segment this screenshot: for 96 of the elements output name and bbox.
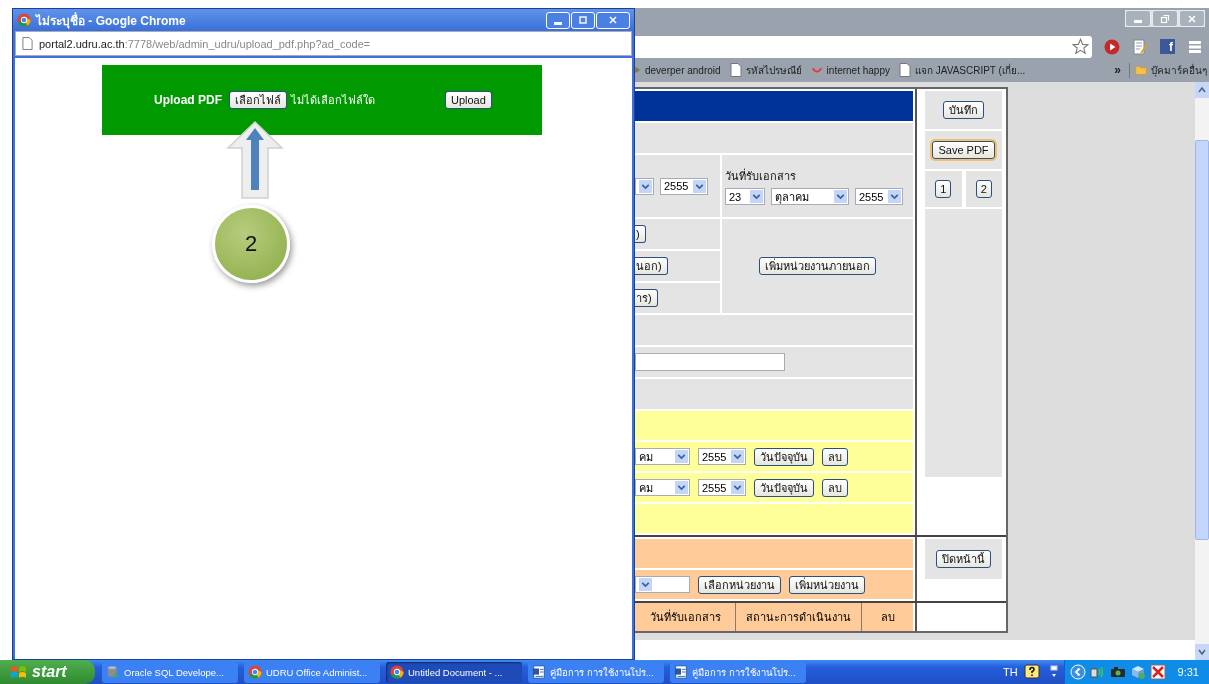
bookmark[interactable]: แจก JAVASCRIPT (เกี่ย... [899,62,1026,78]
date-label: วันที่รับเอกสาร [725,167,797,184]
close-icon [608,15,618,25]
chevron-down-icon [750,190,763,203]
close-button[interactable] [1179,10,1205,27]
cut-off-button[interactable]: าร) [635,289,658,307]
windows-flag-icon [10,663,27,681]
dropdown[interactable]: คม [635,479,690,496]
language-indicator[interactable]: TH [1002,666,1018,678]
folder-icon [1135,63,1147,77]
chrome-icon [17,13,31,27]
url-text: portal2.udru.ac.th:7778/web/admin_udru/upload_pdf.php?ad_code= [39,37,371,50]
step-number-badge: 2 [212,205,290,283]
play-icon[interactable] [1104,38,1121,55]
dropdown[interactable]: คม [635,448,690,465]
app-badge[interactable]: f [1160,39,1176,54]
box-icon[interactable] [1129,664,1146,680]
delete-button[interactable]: ลบ [822,447,848,466]
bookmark[interactable]: รหัสไปรษณีย์ [729,62,802,78]
star-icon[interactable] [1072,38,1090,55]
chevron-down-icon [675,450,688,463]
dropdown[interactable] [635,177,654,195]
dropdown[interactable]: 2555 [855,188,903,205]
chevron-down-icon [639,578,652,591]
page-icon [729,63,742,77]
bookmark-folder[interactable]: บุ๊คมาร์คอื่นๆ [1129,62,1207,78]
unit-button[interactable]: เพิ่มหน่วยงาน [789,575,865,594]
unit-button[interactable]: เลือกหน่วยงาน [698,575,781,594]
warning-icon[interactable] [1149,664,1166,680]
minimize-icon [1134,20,1142,23]
add-external-unit-button[interactable]: เพิ่มหน่วยงานภายนอก [759,257,876,275]
chevron-down-icon [888,190,901,203]
cut-off-button[interactable]: นอก) [635,257,668,275]
taskbar-button[interactable]: UDRU Office Administ... [244,661,380,683]
chrome-icon [248,665,262,679]
taskbar-button[interactable]: Untitled Document - ... [386,661,522,683]
upload-button[interactable]: Upload [445,91,492,109]
menu-icon[interactable] [1187,38,1203,55]
help-icon[interactable] [1023,664,1040,680]
bookmark[interactable]: deverper android [635,63,721,77]
chevron-left-icon[interactable] [1069,664,1086,680]
column-header: วันที่รับเอกสาร [635,603,736,631]
maximize-button[interactable] [571,11,595,29]
document-icon [532,665,546,679]
notepad-icon[interactable] [1132,38,1149,55]
choose-file-button[interactable]: เลือกไฟล์ [229,91,287,109]
more-bookmarks-button[interactable]: » [1114,63,1121,77]
window-title: ไม่ระบุชื่อ - Google Chrome [36,11,186,30]
dropdown[interactable]: 2555 [660,177,708,195]
scrollbar[interactable] [1195,82,1209,660]
page-icon [22,37,33,50]
dropdown[interactable]: 2555 [698,479,746,496]
dropdown[interactable]: 23 [725,188,765,205]
scroll-down-icon[interactable] [1197,647,1207,657]
camera-icon[interactable] [1109,664,1126,680]
input-field[interactable] [635,353,785,371]
chevron-down-icon [731,450,744,463]
restore-icon [1160,13,1170,24]
taskbar-button[interactable]: คู่มือการ การใช้งานโปร... [670,661,806,683]
taskbar-button[interactable]: Oracle SQL Develope... [102,661,238,683]
dropdown[interactable]: 2555 [698,448,746,465]
address-bar[interactable] [635,35,1093,58]
minimize-button[interactable] [1125,10,1151,27]
taskbar-button[interactable]: คู่มือการ การใช้งานโปร... [528,661,664,683]
today-button[interactable]: วันปัจจุบัน [754,478,814,497]
page-icon [899,63,911,77]
save-button[interactable]: บันทึก [943,101,984,119]
chevron-down-icon [675,481,688,494]
file-status: ไม่ได้เลือกไฟล์ใด [291,93,375,108]
chevron-down-icon [639,179,652,193]
wireless-icon[interactable] [1089,664,1106,680]
chevron-down-icon [731,481,744,494]
cut-off-button[interactable]: ) [635,225,646,243]
close-page-button[interactable]: ปิดหน้านี้ [936,550,991,568]
clock: 9:31 [1177,666,1199,678]
chrome-icon [390,665,404,679]
restore-button[interactable] [1152,10,1178,27]
close-icon [1187,13,1197,24]
dropdown[interactable]: ตุลาคม [771,188,849,205]
column-header: ลบ [879,610,896,625]
document-icon [674,665,688,679]
database-icon [106,665,120,679]
today-button[interactable]: วันปัจจุบัน [754,447,814,466]
page-button[interactable]: 2 [975,180,992,198]
delete-button[interactable]: ลบ [822,478,848,497]
upload-label: Upload PDF [154,93,222,107]
maximize-icon [578,15,588,25]
minimize-icon [554,21,562,25]
column-header: สถานะการดำเนินงาน [736,603,862,631]
page-button[interactable]: 1 [935,180,952,198]
bookmark[interactable]: internet happy [810,63,890,77]
scroll-up-icon[interactable] [1197,85,1207,95]
save-pdf-button[interactable]: Save PDF [932,141,995,159]
address-bar[interactable]: portal2.udru.ac.th:7778/web/admin_udru/upload_pdf.php?ad_code= [15,31,632,56]
chevron-down-icon [834,190,847,203]
chevron-down-icon [693,179,706,193]
